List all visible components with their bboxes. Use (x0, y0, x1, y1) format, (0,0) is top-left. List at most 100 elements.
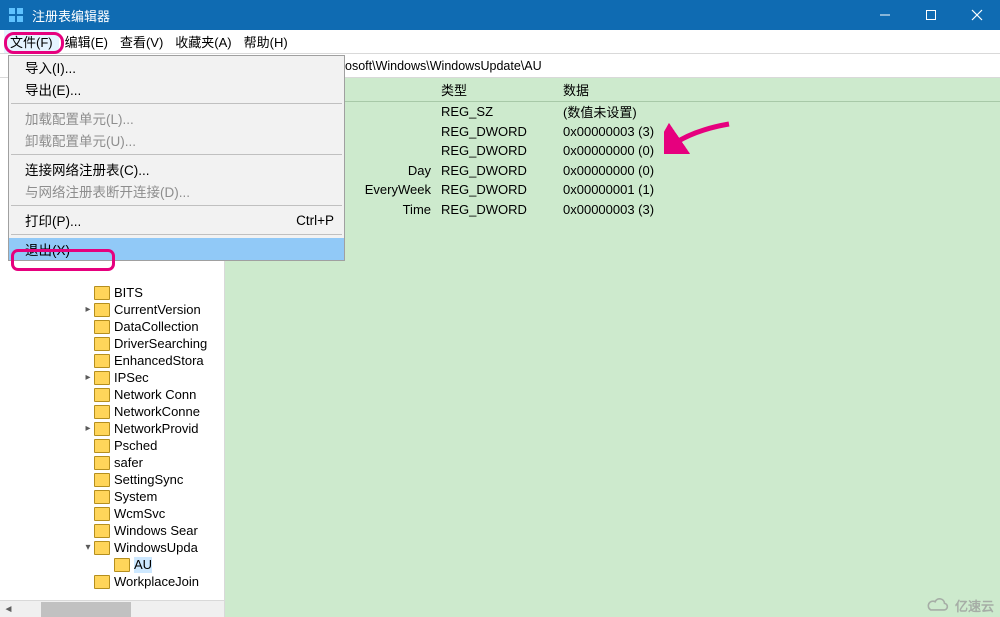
tree-item-label: SettingSync (114, 472, 183, 488)
menu-item-print[interactable]: 打印(P)... Ctrl+P (9, 209, 344, 231)
tree-item-label: BITS (114, 285, 143, 301)
tree-item[interactable]: System (0, 488, 224, 505)
folder-icon (94, 507, 110, 521)
tree-item[interactable]: ▾ WindowsUpda (0, 539, 224, 556)
menu-item-export[interactable]: 导出(E)... (9, 78, 344, 100)
tree-item[interactable]: ▸ CurrentVersion (0, 301, 224, 318)
menu-favorites[interactable]: 收藏夹(A) (169, 30, 237, 53)
tree-item[interactable]: Windows Sear (0, 522, 224, 539)
cell-data: 0x00000003 (3) (557, 124, 1000, 139)
folder-icon (94, 286, 110, 300)
chevron-icon[interactable]: ▸ (82, 421, 94, 437)
scroll-thumb[interactable] (41, 602, 131, 617)
menu-item-connect-network[interactable]: 连接网络注册表(C)... (9, 158, 344, 180)
cell-type: REG_DWORD (435, 143, 557, 158)
tree-item[interactable]: DataCollection (0, 318, 224, 335)
cell-data: (数值未设置) (557, 102, 1000, 121)
folder-icon (94, 354, 110, 368)
folder-icon (94, 541, 110, 555)
tree-item[interactable]: EnhancedStora (0, 352, 224, 369)
menu-edit[interactable]: 编辑(E) (59, 30, 114, 53)
menubar: 文件(F) 编辑(E) 查看(V) 收藏夹(A) 帮助(H) (0, 30, 1000, 54)
close-button[interactable] (954, 0, 1000, 30)
tree-item-label: WcmSvc (114, 506, 165, 522)
cell-data: 0x00000000 (0) (557, 143, 1000, 158)
folder-icon (94, 524, 110, 538)
col-type[interactable]: 类型 (435, 80, 557, 99)
folder-icon (94, 371, 110, 385)
tree-item-label: DataCollection (114, 319, 199, 335)
tree-item-label: WindowsUpda (114, 540, 198, 556)
folder-icon (94, 575, 110, 589)
tree-item-label: Windows Sear (114, 523, 198, 539)
folder-icon (94, 405, 110, 419)
tree-item[interactable]: AU (0, 556, 224, 573)
folder-icon (94, 320, 110, 334)
tree-item-label: NetworkConne (114, 404, 200, 420)
tree-item[interactable]: SettingSync (0, 471, 224, 488)
titlebar: 注册表编辑器 (0, 0, 1000, 30)
folder-icon (94, 337, 110, 351)
watermark: 亿速云 (925, 595, 994, 615)
tree-item[interactable]: WorkplaceJoin (0, 573, 224, 590)
tree-item[interactable]: Psched (0, 437, 224, 454)
folder-icon (94, 303, 110, 317)
cell-type: REG_SZ (435, 104, 557, 119)
print-shortcut: Ctrl+P (296, 213, 334, 228)
tree-item-label: NetworkProvid (114, 421, 199, 437)
folder-icon (114, 558, 130, 572)
watermark-text: 亿速云 (955, 596, 994, 615)
chevron-icon[interactable]: ▾ (82, 540, 94, 556)
tree-item-label: Psched (114, 438, 157, 454)
menu-item-exit[interactable]: 退出(X) (9, 238, 344, 260)
tree-item-label: IPSec (114, 370, 149, 386)
horizontal-scrollbar[interactable]: ◄ (0, 600, 224, 617)
col-data[interactable]: 数据 (557, 80, 1000, 99)
app-icon (8, 7, 24, 23)
tree-item[interactable]: safer (0, 454, 224, 471)
menu-item-unload-hive: 卸载配置单元(U)... (9, 129, 344, 151)
tree-item-label: System (114, 489, 157, 505)
tree-item[interactable]: Network Conn (0, 386, 224, 403)
tree-item-label: safer (114, 455, 143, 471)
tree-item[interactable]: DriverSearching (0, 335, 224, 352)
chevron-icon[interactable]: ▸ (82, 302, 94, 318)
cell-type: REG_DWORD (435, 182, 557, 197)
folder-icon (94, 456, 110, 470)
folder-icon (94, 439, 110, 453)
tree-item-label: EnhancedStora (114, 353, 204, 369)
file-menu-dropdown: 导入(I)... 导出(E)... 加载配置单元(L)... 卸载配置单元(U)… (8, 55, 345, 261)
address-path: osoft\Windows\WindowsUpdate\AU (345, 59, 542, 73)
cell-data: 0x00000003 (3) (557, 202, 1000, 217)
tree-item[interactable]: NetworkConne (0, 403, 224, 420)
folder-icon (94, 422, 110, 436)
folder-icon (94, 473, 110, 487)
cell-type: REG_DWORD (435, 202, 557, 217)
menu-item-load-hive: 加载配置单元(L)... (9, 107, 344, 129)
menu-file[interactable]: 文件(F) (4, 30, 59, 53)
tree-item-label: DriverSearching (114, 336, 207, 352)
tree-item-label: WorkplaceJoin (114, 574, 199, 590)
cell-data: 0x00000001 (1) (557, 182, 1000, 197)
tree-item-label: CurrentVersion (114, 302, 201, 318)
maximize-button[interactable] (908, 0, 954, 30)
chevron-icon[interactable]: ▸ (82, 370, 94, 386)
tree-item[interactable]: ▸ NetworkProvid (0, 420, 224, 437)
folder-icon (94, 388, 110, 402)
menu-view[interactable]: 查看(V) (114, 30, 169, 53)
tree-item-label: AU (134, 557, 152, 573)
menu-item-disconnect-network: 与网络注册表断开连接(D)... (9, 180, 344, 202)
menu-item-import[interactable]: 导入(I)... (9, 56, 344, 78)
tree-item[interactable]: WcmSvc (0, 505, 224, 522)
minimize-button[interactable] (862, 0, 908, 30)
tree-item-label: Network Conn (114, 387, 196, 403)
tree-item[interactable]: BITS (0, 284, 224, 301)
menu-help[interactable]: 帮助(H) (238, 30, 294, 53)
cell-type: REG_DWORD (435, 163, 557, 178)
window-title: 注册表编辑器 (32, 6, 862, 25)
annotation-arrow (664, 118, 734, 159)
tree-item[interactable]: ▸ IPSec (0, 369, 224, 386)
folder-icon (94, 490, 110, 504)
cell-data: 0x00000000 (0) (557, 163, 1000, 178)
scroll-left-icon[interactable]: ◄ (0, 604, 17, 615)
